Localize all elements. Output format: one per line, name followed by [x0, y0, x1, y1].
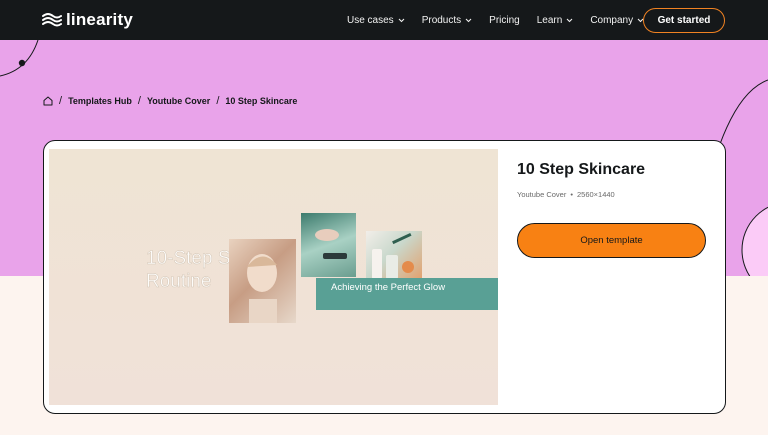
nav-pricing[interactable]: Pricing: [489, 15, 520, 26]
linearity-logo[interactable]: linearity: [42, 10, 133, 30]
nav-pricing-label: Pricing: [489, 14, 520, 26]
nav-learn[interactable]: Learn: [537, 15, 574, 26]
preview-banner-text: Achieving the Perfect Glow: [331, 282, 446, 293]
products-illustration: [372, 232, 414, 279]
logo-wordmark: linearity: [66, 10, 133, 29]
breadcrumb: / Templates Hub / Youtube Cover / 10 Ste…: [43, 95, 297, 107]
breadcrumb-youtube-cover[interactable]: Youtube Cover: [147, 96, 210, 106]
face-illustration: [247, 254, 277, 323]
breadcrumb-separator: /: [59, 95, 63, 107]
preview-photo-sink: [301, 213, 356, 277]
breadcrumb-separator: /: [216, 95, 220, 107]
chevron-down-icon: [566, 18, 573, 22]
nav-use-cases[interactable]: Use cases: [347, 15, 405, 26]
nav-company-label: Company: [590, 14, 634, 26]
chevron-down-icon: [398, 18, 405, 22]
template-preview[interactable]: 10-Step Skincare Routine Achieving the P…: [49, 149, 498, 405]
sink-illustration: [315, 229, 347, 259]
preview-photo-face: [229, 239, 296, 323]
template-meta: Youtube Cover • 2560×1440: [517, 190, 615, 199]
meta-separator: •: [570, 190, 573, 199]
template-category: Youtube Cover: [517, 190, 567, 199]
home-icon[interactable]: [43, 96, 53, 106]
nav-products[interactable]: Products: [422, 15, 472, 26]
nav-links: Use cases Products Pricing Learn Company: [347, 0, 661, 40]
preview-photo-products: [366, 231, 422, 281]
breadcrumb-current: 10 Step Skincare: [225, 96, 298, 106]
nav-products-label: Products: [421, 14, 462, 26]
breadcrumb-separator: /: [137, 95, 141, 107]
template-dimensions: 2560×1440: [576, 190, 615, 199]
open-template-button[interactable]: Open template: [517, 223, 706, 258]
nav-use-cases-label: Use cases: [347, 14, 394, 26]
preview-banner: Achieving the Perfect Glow: [316, 278, 498, 310]
chevron-down-icon: [465, 18, 472, 22]
template-card: 10-Step Skincare Routine Achieving the P…: [43, 140, 726, 414]
template-title: 10 Step Skincare: [517, 161, 646, 178]
top-navbar: linearity Use cases Products Pricing Lea…: [0, 0, 768, 40]
nav-learn-label: Learn: [536, 14, 563, 26]
breadcrumb-templates-hub[interactable]: Templates Hub: [68, 96, 132, 106]
linearity-logo-icon: [42, 13, 62, 27]
nav-company[interactable]: Company: [590, 15, 644, 26]
get-started-button[interactable]: Get started: [643, 8, 725, 33]
